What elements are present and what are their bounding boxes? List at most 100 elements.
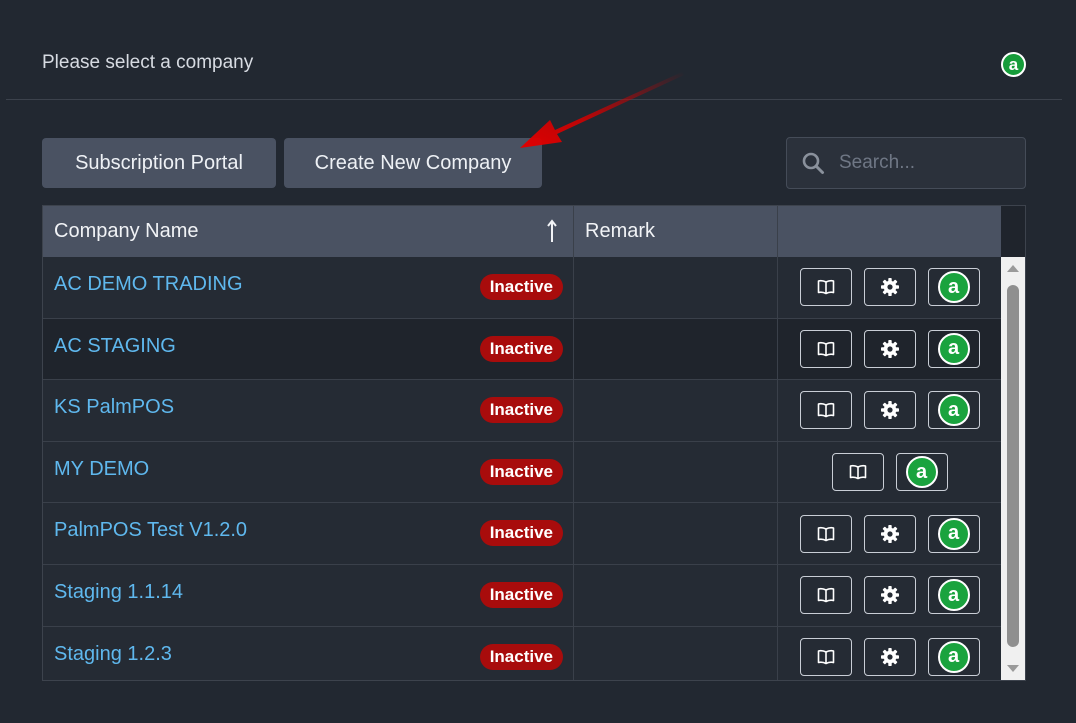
remark-cell [574,380,778,441]
page-header-title: Please select a company [42,52,254,73]
table-row: Staging 1.2.3 Inactive a [43,626,1001,680]
status-badge: Inactive [479,643,563,670]
settings-button[interactable] [863,391,916,430]
gear-icon [880,647,899,666]
book-icon [817,341,834,357]
book-icon [817,588,834,603]
remark-cell [574,626,778,680]
book-icon [817,526,834,541]
settings-button[interactable] [863,268,916,307]
actions-cell: a [778,442,1001,503]
gear-icon [880,586,899,605]
gear-icon [880,339,899,358]
scroll-thumb[interactable] [1007,285,1019,647]
remark-cell [574,318,778,380]
company-name-link[interactable]: Staging 1.2.3 [54,643,172,666]
company-name-link[interactable]: KS PalmPOS [54,396,174,419]
settings-button[interactable] [863,576,916,615]
grid-header: Company Name Remark [43,206,1001,257]
company-name-link[interactable]: Staging 1.1.14 [54,581,183,604]
company-grid: Company Name Remark AC DEMO TRADING Inac… [42,205,1026,681]
open-book-button[interactable] [799,637,852,676]
company-name-link[interactable]: AC STAGING [54,335,176,358]
book-icon [817,403,834,418]
scroll-up-arrow-icon[interactable] [1006,263,1020,273]
table-row: PalmPOS Test V1.2.0 Inactive a [43,503,1001,565]
column-header-label: Remark [585,220,656,242]
open-book-button[interactable] [799,576,852,615]
company-name-cell: PalmPOS Test V1.2.0 Inactive [43,503,574,564]
gear-icon [880,278,899,297]
book-icon [849,464,866,480]
open-app-button[interactable]: a [927,329,980,368]
status-badge: Inactive [479,335,563,362]
column-header-label: Company Name [54,220,199,242]
open-book-button[interactable] [799,514,852,553]
remark-cell [574,441,778,503]
open-app-button[interactable]: a [895,453,948,492]
subscription-portal-button[interactable]: Subscription Portal [42,138,276,188]
status-badge: Inactive [479,581,563,608]
app-logo-icon: a [937,394,970,427]
sort-ascending-icon[interactable] [545,218,559,244]
settings-button[interactable] [863,514,916,553]
open-book-button[interactable] [799,268,852,307]
company-name-cell: MY DEMO Inactive [43,441,574,503]
app-logo-icon: a [905,456,938,489]
app-logo-icon: a [1001,52,1026,77]
open-app-button[interactable]: a [927,514,980,553]
company-name-link[interactable]: PalmPOS Test V1.2.0 [54,519,247,542]
table-row: Staging 1.1.14 Inactive a [43,564,1001,627]
search-icon [802,152,824,174]
column-header-remark[interactable]: Remark [574,206,778,257]
open-book-button[interactable] [799,391,852,430]
open-book-button[interactable] [831,453,884,492]
open-app-button[interactable]: a [927,391,980,430]
company-name-cell: AC STAGING Inactive [43,318,574,380]
gear-icon [880,524,899,543]
company-name-link[interactable]: AC DEMO TRADING [54,273,243,296]
company-name-cell: Staging 1.1.14 Inactive [43,564,574,626]
column-header-actions [778,206,1001,257]
status-badge: Inactive [479,274,563,300]
open-app-button[interactable]: a [927,576,980,615]
annotation-arrow [520,72,684,148]
app-logo-icon: a [937,332,970,365]
company-name-link[interactable]: MY DEMO [54,458,149,481]
company-name-cell: KS PalmPOS Inactive [43,380,574,441]
search-box[interactable] [786,137,1026,189]
actions-cell: a [778,503,1001,564]
gear-icon [880,401,899,420]
vertical-scrollbar[interactable] [1001,257,1025,680]
scroll-down-arrow-icon[interactable] [1006,664,1020,674]
settings-button[interactable] [863,329,916,368]
open-app-button[interactable]: a [927,637,980,676]
book-icon [817,280,834,295]
app-logo-icon: a [937,640,970,673]
company-name-cell: AC DEMO TRADING Inactive [43,257,574,318]
open-app-button[interactable]: a [927,268,980,307]
open-book-button[interactable] [799,329,852,368]
actions-cell: a [778,627,1001,680]
table-row: KS PalmPOS Inactive a [43,380,1001,442]
status-badge: Inactive [479,397,563,424]
status-badge: Inactive [479,520,563,547]
app-logo-icon: a [937,517,970,550]
book-icon [817,649,834,665]
search-input[interactable] [837,151,1011,175]
remark-cell [574,257,778,318]
remark-cell [574,564,778,626]
table-row: AC DEMO TRADING Inactive a [43,257,1001,319]
table-row: AC STAGING Inactive a [43,318,1001,381]
company-name-cell: Staging 1.2.3 Inactive [43,626,574,680]
status-badge: Inactive [479,458,563,485]
actions-cell: a [778,380,1001,441]
grid-header-corner [1001,206,1025,257]
actions-cell: a [778,257,1001,318]
grid-rows: AC DEMO TRADING Inactive a AC STAGING In… [43,257,1001,680]
app-logo-icon: a [937,579,970,612]
table-row: MY DEMO Inactive a [43,441,1001,504]
settings-button[interactable] [863,637,916,676]
column-header-company-name[interactable]: Company Name [43,206,574,257]
actions-cell: a [778,319,1001,380]
